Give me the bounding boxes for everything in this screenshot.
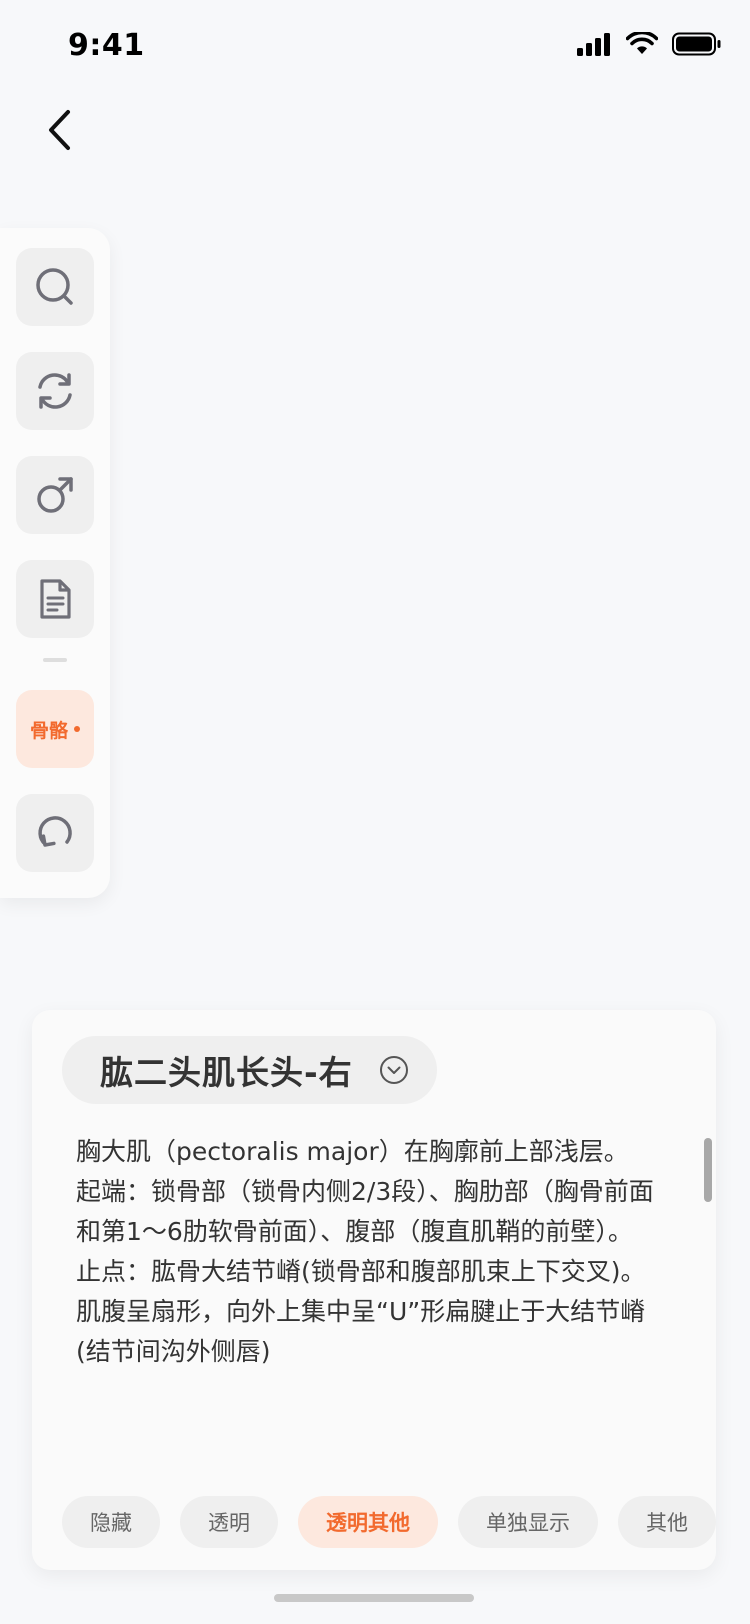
skeleton-layer-label: 骨骼: [29, 719, 68, 742]
chevron-left-icon: [49, 110, 70, 150]
description-paragraph: 起端：锁骨部（锁骨内侧2/3段）、胸肋部（胸骨前面和第1～6肋软骨前面）、腹部（…: [76, 1177, 654, 1246]
description-paragraph: 肌腹呈扇形，向外上集中呈“U”形扁腱止于大结节嵴(结节间沟外侧唇): [76, 1297, 646, 1366]
status-bar: 9:41: [0, 0, 750, 96]
search-button[interactable]: [16, 248, 94, 326]
signal-icon: [577, 33, 610, 56]
description-scrollbar[interactable]: [704, 1138, 712, 1202]
more-button[interactable]: 其他: [618, 1496, 716, 1548]
toolbar-divider: [43, 658, 67, 662]
battery-icon: [672, 32, 721, 56]
status-time: 9:41: [68, 28, 145, 63]
rotate-icon: [38, 373, 72, 409]
reset-icon: [38, 816, 72, 847]
search-icon: [36, 268, 73, 305]
description-paragraph: 止点：肱骨大结节嵴(锁骨部和腹部肌束上下交叉)。: [76, 1257, 646, 1286]
hide-button[interactable]: 隐藏: [62, 1496, 160, 1548]
muscle-info-card: 肱二头肌长头-右 胸大肌（pectoralis major）在胸廓前上部浅层。 …: [32, 1010, 716, 1570]
rotate-button[interactable]: [16, 352, 94, 430]
document-icon: [40, 579, 71, 619]
wifi-icon: [626, 32, 658, 54]
transparent-others-button[interactable]: 透明其他: [298, 1496, 438, 1548]
transparent-button[interactable]: 透明: [180, 1496, 278, 1548]
skeleton-active-dot: [74, 726, 80, 732]
chevron-down-circle-icon: [379, 1056, 408, 1084]
male-icon: [37, 477, 73, 513]
muscle-title: 肱二头肌长头-右: [100, 1053, 353, 1092]
document-button[interactable]: [16, 560, 94, 638]
status-icons: [576, 32, 722, 56]
action-chips: 隐藏 透明 透明其他 单独显示 其他: [62, 1496, 716, 1548]
description-paragraph: 胸大肌（pectoralis major）在胸廓前上部浅层。: [76, 1137, 629, 1166]
show-alone-button[interactable]: 单独显示: [458, 1496, 598, 1548]
back-button[interactable]: [36, 102, 84, 158]
home-indicator: [274, 1594, 474, 1602]
skeleton-layer-button[interactable]: 骨骼: [16, 690, 94, 768]
muscle-description: 胸大肌（pectoralis major）在胸廓前上部浅层。 起端：锁骨部（锁骨…: [76, 1132, 670, 1372]
left-toolbar: 骨骼: [0, 228, 110, 898]
gender-button[interactable]: [16, 456, 94, 534]
reset-button[interactable]: [16, 794, 94, 872]
muscle-selector[interactable]: 肱二头肌长头-右: [62, 1036, 437, 1104]
